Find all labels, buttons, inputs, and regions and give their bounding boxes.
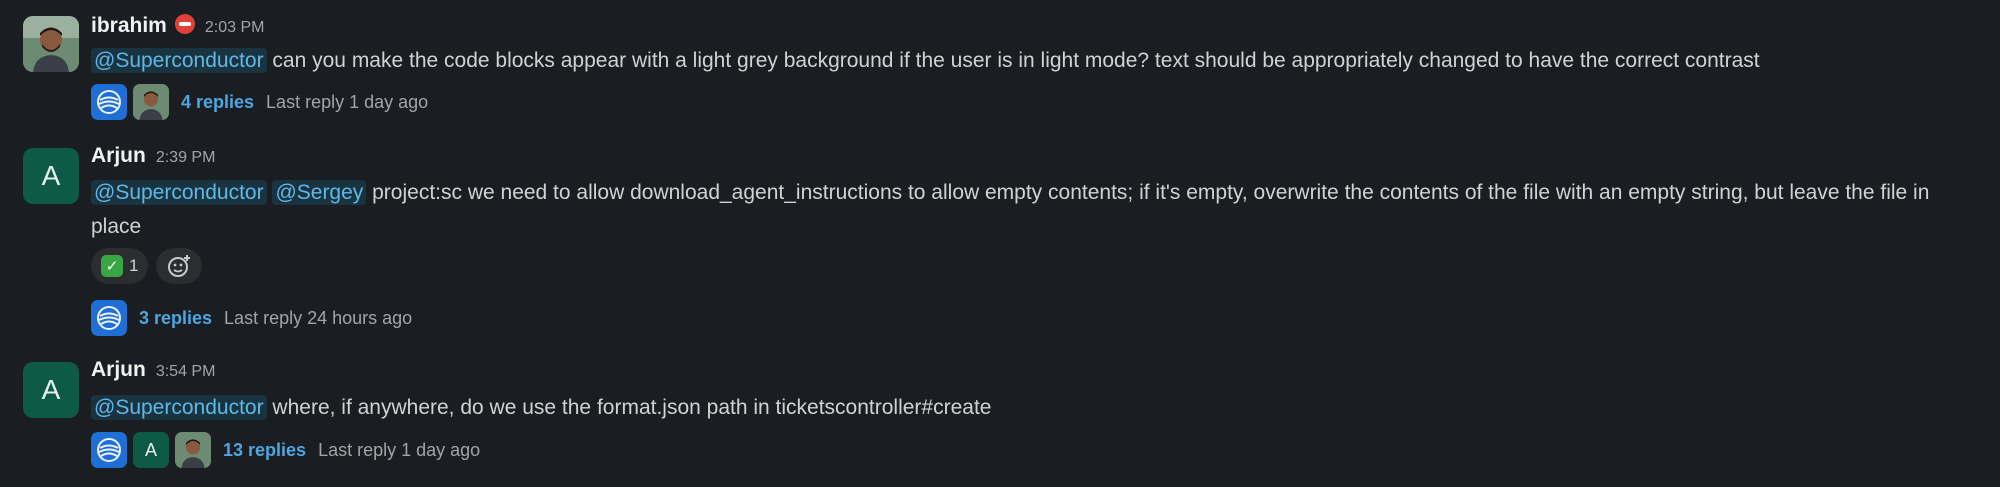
participant-avatar	[133, 84, 169, 120]
participant-avatar: A	[133, 432, 169, 468]
author-name[interactable]: Arjun	[91, 358, 146, 382]
reactions-bar: ✓ 1	[91, 248, 203, 284]
timestamp[interactable]: 2:39 PM	[156, 149, 216, 167]
reply-count-link[interactable]: 13 replies	[223, 440, 306, 461]
last-reply-time: Last reply 1 day ago	[266, 91, 429, 112]
timestamp[interactable]: 3:54 PM	[156, 363, 216, 381]
message-body: where, if anywhere, do we use the format…	[266, 396, 992, 419]
add-reaction-button[interactable]	[156, 248, 203, 284]
thread-summary[interactable]: 4 replies Last reply 1 day ago	[91, 84, 428, 120]
user-photo-icon	[23, 16, 79, 72]
avatar[interactable]: A	[23, 148, 79, 204]
mention-superconductor[interactable]: @Superconductor	[91, 395, 267, 420]
superconductor-logo-icon	[97, 90, 121, 114]
message-text: @Superconductor where, if anywhere, do w…	[91, 391, 1971, 425]
author-name[interactable]: ibrahim	[91, 14, 167, 38]
avatar[interactable]: A	[23, 362, 79, 418]
superconductor-bot-avatar	[91, 300, 127, 336]
add-emoji-icon	[168, 255, 191, 277]
avatar[interactable]	[23, 16, 79, 72]
reply-count-link[interactable]: 4 replies	[181, 92, 254, 113]
mention-sergey[interactable]: @Sergey	[272, 180, 367, 205]
do-not-disturb-icon	[174, 14, 195, 34]
superconductor-logo-icon	[97, 306, 121, 330]
superconductor-logo-icon	[97, 438, 121, 462]
author-name[interactable]: Arjun	[91, 144, 146, 168]
superconductor-bot-avatar	[91, 432, 127, 468]
message-body: can you make the code blocks appear with…	[266, 49, 1760, 72]
reaction-count: 1	[129, 256, 139, 275]
reaction-check[interactable]: ✓ 1	[91, 248, 149, 284]
white-check-mark-icon: ✓	[101, 255, 123, 277]
timestamp[interactable]: 2:03 PM	[205, 19, 265, 37]
thread-summary[interactable]: 3 replies Last reply 24 hours ago	[91, 300, 412, 336]
message-text: @Superconductor @Sergey project:sc we ne…	[91, 176, 1971, 244]
reply-count-link[interactable]: 3 replies	[139, 308, 212, 329]
user-photo-icon	[133, 84, 169, 120]
message-body: project:sc we need to allow download_age…	[91, 181, 1930, 238]
last-reply-time: Last reply 24 hours ago	[224, 307, 413, 328]
last-reply-time: Last reply 1 day ago	[318, 439, 481, 460]
user-photo-icon	[175, 432, 211, 468]
mention-superconductor[interactable]: @Superconductor	[91, 180, 267, 205]
superconductor-bot-avatar	[91, 84, 127, 120]
thread-summary[interactable]: A 13 replies Last reply 1 day ago	[91, 432, 480, 468]
participant-avatar	[175, 432, 211, 468]
mention-superconductor[interactable]: @Superconductor	[91, 48, 267, 73]
message-text: @Superconductor can you make the code bl…	[91, 44, 1971, 78]
